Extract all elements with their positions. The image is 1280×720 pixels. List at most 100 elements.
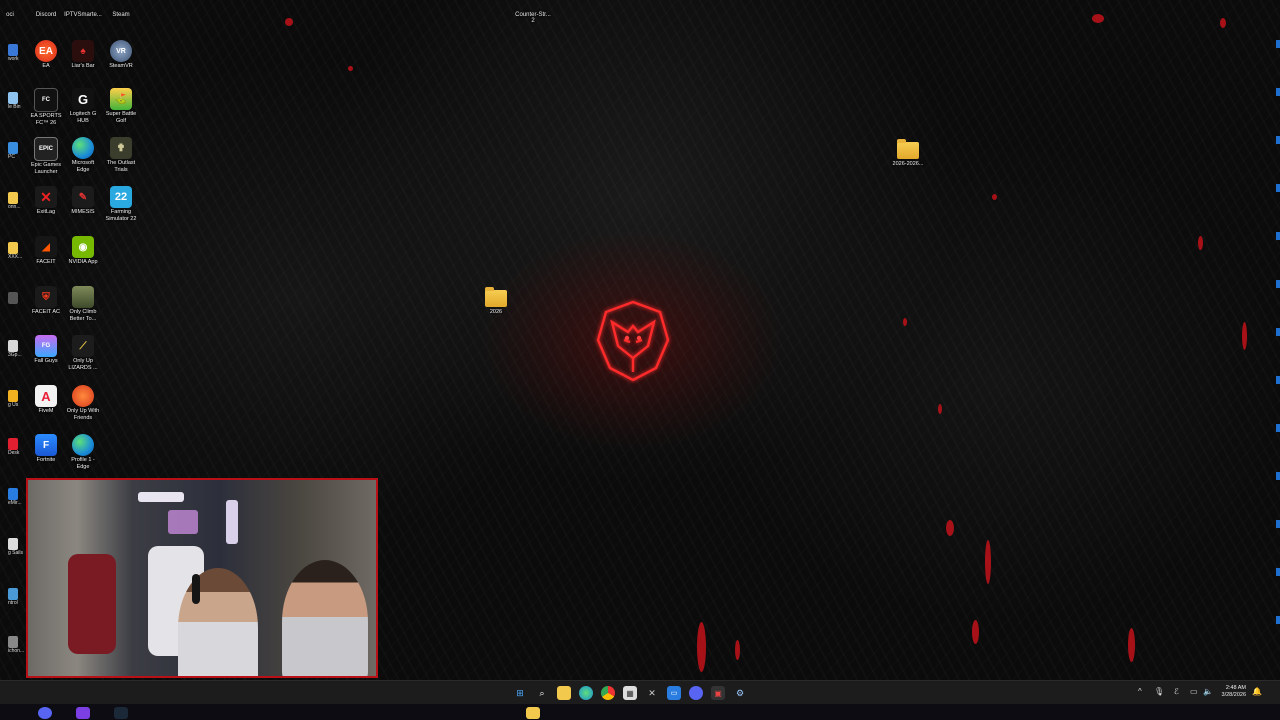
splatter [946, 520, 954, 536]
steam-icon[interactable]: ⚙ [733, 686, 747, 700]
icon-label: FACEIT AC [31, 309, 61, 315]
mimesis-shortcut[interactable]: ✎ MIMESIS [63, 186, 103, 216]
chrome-icon[interactable] [601, 686, 615, 700]
icon-label: Microsoft Edge [71, 160, 95, 173]
icon-label: Profile 1 - Edge [71, 457, 95, 470]
app-window-icon[interactable]: ▭ [667, 686, 681, 700]
profile-edge-shortcut[interactable]: Profile 1 - Edge [63, 434, 103, 470]
edge-icon[interactable] [579, 686, 593, 700]
file-explorer-icon[interactable] [557, 686, 571, 700]
folder-2026[interactable]: 2026 [476, 287, 516, 316]
faceit-shortcut[interactable]: ◢ FACEIT [26, 236, 66, 266]
splatter [903, 318, 907, 326]
iptv-shortcut-label[interactable]: IPTVSmarte... [63, 12, 103, 18]
left-edge-item[interactable]: PC [0, 142, 22, 160]
farming-simulator-shortcut[interactable]: 22 Farming Simulator 22 [101, 186, 141, 222]
start-windows-icon[interactable]: ⊞ [513, 686, 527, 700]
splatter [972, 620, 979, 644]
faceit-ac-shortcut[interactable]: ⛨ FACEIT AC [26, 286, 66, 316]
only-up-friends-shortcut[interactable]: Only Up With Friends [63, 385, 103, 421]
icon-label: g Sails [8, 550, 24, 556]
splatter [1198, 236, 1203, 250]
nvidia-app-shortcut[interactable]: ◉ NVIDIA App [63, 236, 103, 266]
left-edge-item[interactable]: g Us [0, 390, 22, 408]
right-edge-icons [1276, 40, 1280, 660]
edge-shortcut[interactable]: Microsoft Edge [63, 137, 103, 173]
left-edge-item[interactable]: XXX... [0, 242, 22, 260]
outlast-trials-shortcut[interactable]: ✟ The Outlast Trials [101, 137, 141, 173]
only-climb-shortcut[interactable]: Only Climb Better To... [63, 286, 103, 322]
counter-strike-shortcut-label[interactable]: Counter-Str... 2 [510, 12, 556, 24]
left-edge-item[interactable]: ntrol [0, 588, 22, 606]
icon-label: FACEIT [36, 259, 56, 265]
steamvr-shortcut[interactable]: VR SteamVR [101, 40, 141, 70]
only-climb-icon [72, 286, 94, 308]
ea-fc-shortcut[interactable]: FC EA SPORTS FC™ 26 [26, 88, 66, 126]
app-icon [8, 636, 18, 648]
only-up-lizards-shortcut[interactable]: ⟋ Only Up LIZARDS ... [63, 335, 103, 371]
icon-label: eMir... [8, 500, 22, 506]
left-edge-item[interactable]: onn... [0, 192, 22, 210]
farming-simulator-icon: 22 [110, 186, 132, 208]
left-edge-item[interactable]: 3Gp... [0, 340, 22, 358]
webcam-person-right [282, 560, 368, 676]
folder-icon [8, 192, 18, 204]
super-battle-golf-shortcut[interactable]: ⛳ Super Battle Golf [101, 88, 141, 124]
only-up-friends-icon [72, 385, 94, 407]
icon-label: EA SPORTS FC™ 26 [30, 113, 62, 126]
icon-label: g Us [8, 402, 19, 408]
logitech-g-icon: G [72, 88, 94, 110]
app-icon[interactable] [526, 707, 540, 719]
microphone-icon[interactable]: 🎙 [1154, 687, 1164, 696]
tray-overflow-chevron-icon[interactable]: ^ [1138, 687, 1142, 696]
left-edge-item[interactable]: eMir... [0, 488, 22, 506]
left-edge-item[interactable] [0, 292, 22, 304]
discord-shortcut-label[interactable]: Discord [30, 12, 62, 18]
search-icon[interactable]: ⌕ [535, 686, 549, 700]
golf-icon: ⛳ [110, 88, 132, 110]
app-icon[interactable] [76, 707, 90, 719]
liars-bar-shortcut[interactable]: ♠ Liar's Bar [63, 40, 103, 70]
steam-icon[interactable] [114, 707, 128, 719]
discord-icon[interactable] [38, 707, 52, 719]
app-icon [8, 292, 18, 304]
webcam-person-left [178, 568, 258, 676]
store-icon[interactable]: ▦ [623, 686, 637, 700]
app-icon [8, 488, 18, 500]
epic-games-shortcut[interactable]: EPIC Epic Games Launcher [26, 137, 66, 175]
volume-icon[interactable]: 🔈 [1203, 687, 1213, 696]
notifications-bell-icon[interactable]: 🔔 [1252, 687, 1262, 696]
desktop-wallpaper: oci Discord IPTVSmarte... Steam Counter-… [0, 0, 1280, 680]
icon-label: The Outlast Trials [106, 160, 136, 173]
fall-guys-shortcut[interactable]: FG Fall Guys [26, 335, 66, 365]
left-edge-item[interactable]: g Sails [0, 538, 24, 556]
tray-icon[interactable]: ℰ [1174, 687, 1179, 696]
top-label-cut[interactable]: oci [4, 12, 16, 18]
steam-shortcut-label[interactable]: Steam [104, 12, 138, 18]
icon-label: onn... [8, 204, 21, 210]
app-icon[interactable]: ▣ [711, 686, 725, 700]
exitlag-shortcut[interactable]: ✕ ExitLag [26, 186, 66, 216]
faceit-icon: ◢ [35, 236, 57, 258]
icon-label: ExitLag [36, 209, 56, 215]
splatter [985, 540, 991, 584]
icon-label: le Bin [8, 104, 21, 110]
left-edge-item[interactable]: work [0, 44, 22, 62]
folder-2026-dated[interactable]: 2026-2026... [888, 139, 928, 168]
left-edge-item[interactable]: ichon... [0, 636, 24, 654]
splatter [735, 640, 740, 660]
xbox-icon[interactable]: ✕ [645, 686, 659, 700]
recycle-bin-icon [8, 92, 18, 104]
logitech-shortcut[interactable]: G Logitech G HUB [63, 88, 103, 124]
fivem-shortcut[interactable]: A FiveM [26, 385, 66, 415]
left-edge-item[interactable]: Desk [0, 438, 22, 456]
left-edge-item[interactable]: le Bin [0, 92, 22, 110]
splatter [697, 622, 706, 672]
exitlag-icon: ✕ [35, 186, 57, 208]
taskbar-clock[interactable]: 2:48 AM 3/28/2026 [1222, 685, 1246, 699]
discord-icon[interactable] [689, 686, 703, 700]
fortnite-shortcut[interactable]: F Fortnite [26, 434, 66, 464]
icon-label: Fortnite [36, 457, 56, 463]
ea-shortcut[interactable]: EA EA [26, 40, 66, 70]
network-icon[interactable]: ▭ [1190, 687, 1198, 696]
